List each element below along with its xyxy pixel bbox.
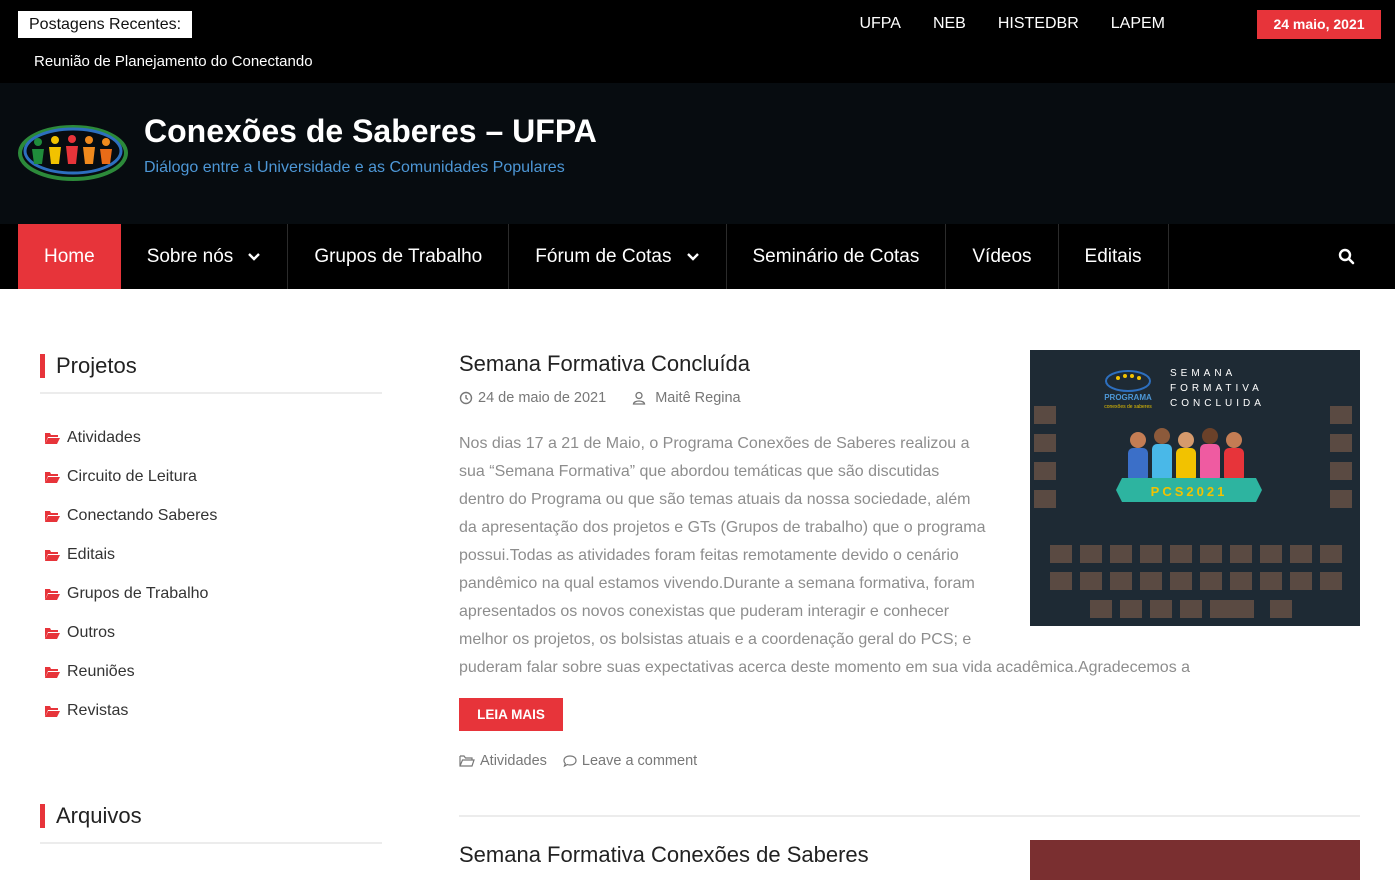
post-date[interactable]: 24 de maio de 2021 xyxy=(478,390,606,406)
top-link-neb[interactable]: NEB xyxy=(917,14,982,34)
leave-comment-link[interactable]: Leave a comment xyxy=(582,753,697,769)
post-title[interactable]: Semana Formativa Conexões de Saberes xyxy=(459,842,869,868)
image-text: FORMATIVA xyxy=(1170,383,1263,394)
folder-icon xyxy=(45,666,60,678)
scrollbar[interactable] xyxy=(1383,0,1395,868)
folder-icon xyxy=(45,705,60,717)
category-label: Reuniões xyxy=(67,662,135,680)
category-item[interactable]: Conectando Saberes xyxy=(45,496,217,535)
category-item[interactable]: Grupos de Trabalho xyxy=(45,574,217,613)
category-label: Revistas xyxy=(67,701,129,719)
category-label: Circuito de Leitura xyxy=(67,467,197,485)
nav-label: Home xyxy=(44,245,95,267)
date-badge: 24 maio, 2021 xyxy=(1257,10,1381,39)
site-header: Conexões de Saberes – UFPA Diálogo entre… xyxy=(0,83,1395,224)
widget-title-arquivos: Arquivos xyxy=(40,804,142,828)
widget-title-projetos: Projetos xyxy=(40,354,137,378)
category-item[interactable]: Editais xyxy=(45,535,217,574)
nav-item-home[interactable]: Home xyxy=(18,224,121,289)
post-thumbnail[interactable] xyxy=(1030,840,1360,880)
nav-label: Sobre nós xyxy=(146,245,234,267)
clock-icon xyxy=(459,391,473,405)
read-more-button[interactable]: LEIA MAIS xyxy=(459,698,563,731)
image-text: conexões de saberes xyxy=(1104,404,1152,410)
category-list: Atividades Circuito de Leitura Conectand… xyxy=(45,418,217,730)
comment-icon xyxy=(563,755,577,768)
site-description: Diálogo entre a Universidade e as Comuni… xyxy=(144,159,565,176)
nav-item-videos[interactable]: Vídeos xyxy=(946,224,1059,289)
folder-icon xyxy=(45,471,60,483)
category-item[interactable]: Outros xyxy=(45,613,217,652)
top-bar: Postagens Recentes: Reunião de Planejame… xyxy=(0,0,1395,83)
recent-post-link[interactable]: Reunião de Planejamento do Conectando xyxy=(34,53,313,70)
post-thumbnail-art: PROGRAMA conexões de saberes SEMANA FORM… xyxy=(1030,350,1360,626)
divider xyxy=(40,842,382,844)
top-links: UFPA NEB HISTEDBR LAPEM xyxy=(843,14,1181,34)
divider xyxy=(459,815,1360,817)
nav-item-grupos-de-trabalho[interactable]: Grupos de Trabalho xyxy=(288,224,510,289)
nav-item-forum-de-cotas[interactable]: Fórum de Cotas xyxy=(509,224,727,289)
nav-item-seminario-de-cotas[interactable]: Seminário de Cotas xyxy=(727,224,947,289)
folder-icon xyxy=(45,549,60,561)
category-item[interactable]: Revistas xyxy=(45,691,217,730)
main-nav: Home Sobre nós Grupos de Trabalho Fórum … xyxy=(0,224,1395,289)
chevron-down-icon xyxy=(248,252,261,261)
user-icon xyxy=(632,391,646,405)
folder-icon xyxy=(45,510,60,522)
category-item[interactable]: Circuito de Leitura xyxy=(45,457,217,496)
category-item[interactable]: Atividades xyxy=(45,418,217,457)
image-text: PROGRAMA xyxy=(1104,393,1152,402)
nav-label: Grupos de Trabalho xyxy=(314,245,483,267)
top-link-histedbr[interactable]: HISTEDBR xyxy=(982,14,1095,34)
site-title[interactable]: Conexões de Saberes – UFPA xyxy=(144,113,597,150)
top-link-lapem[interactable]: LAPEM xyxy=(1095,14,1181,34)
top-link-ufpa[interactable]: UFPA xyxy=(843,14,916,34)
folder-open-icon xyxy=(459,755,475,767)
category-label: Grupos de Trabalho xyxy=(67,584,209,602)
post-meta: 24 de maio de 2021 Maitê Regina xyxy=(459,390,741,406)
search-icon[interactable] xyxy=(1336,246,1358,268)
nav-item-sobre-nos[interactable]: Sobre nós xyxy=(121,224,289,289)
image-text: PCS2021 xyxy=(1151,484,1228,499)
nav-label: Seminário de Cotas xyxy=(752,245,920,267)
chevron-down-icon xyxy=(686,252,699,261)
post-author[interactable]: Maitê Regina xyxy=(655,390,740,406)
nav-label: Fórum de Cotas xyxy=(535,245,672,267)
divider xyxy=(40,392,382,394)
category-label: Outros xyxy=(67,623,116,641)
folder-icon xyxy=(45,588,60,600)
nav-label: Editais xyxy=(1084,245,1142,267)
category-item[interactable]: Reuniões xyxy=(45,652,217,691)
image-text: CONCLUIDA xyxy=(1170,398,1265,409)
site-logo[interactable] xyxy=(18,124,128,182)
post-footer: Atividades Leave a comment xyxy=(459,753,697,769)
folder-icon xyxy=(45,432,60,444)
category-label: Atividades xyxy=(67,428,141,446)
post-title[interactable]: Semana Formativa Concluída xyxy=(459,351,750,377)
nav-item-editais[interactable]: Editais xyxy=(1059,224,1169,289)
image-text: SEMANA xyxy=(1170,368,1236,379)
recent-posts-label: Postagens Recentes: xyxy=(18,11,193,38)
excerpt-line: melhor os projetos, os bolsistas atuais … xyxy=(459,631,972,648)
category-label: Editais xyxy=(67,545,116,563)
post-thumbnail[interactable]: PROGRAMA conexões de saberes SEMANA FORM… xyxy=(1030,350,1360,626)
folder-icon xyxy=(45,627,60,639)
category-label: Conectando Saberes xyxy=(67,506,218,524)
nav-label: Vídeos xyxy=(972,245,1032,267)
excerpt-line: puderam falar sobre suas expectativas ac… xyxy=(459,659,1191,676)
post-category-link[interactable]: Atividades xyxy=(480,753,547,769)
